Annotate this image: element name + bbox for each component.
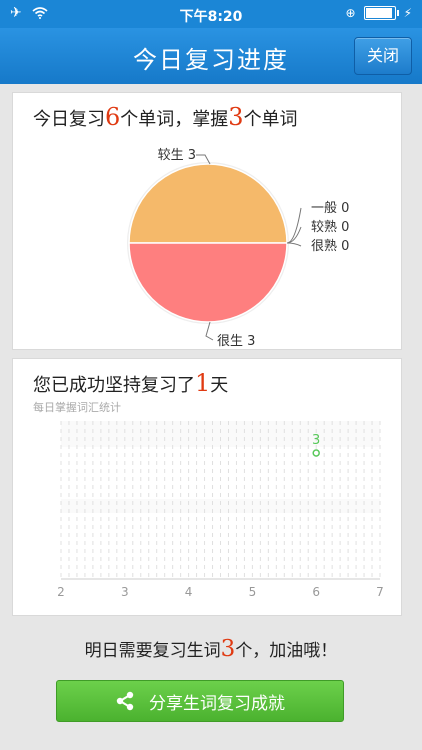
charging-icon: ⚡ xyxy=(403,6,412,20)
share-label: 分享生词复习成就 xyxy=(149,693,285,714)
x-tick-label: 5 xyxy=(249,585,257,599)
tomorrow-suffix: 个，加油哦！ xyxy=(235,641,338,661)
pie-label-2: 一般 0 xyxy=(311,200,349,216)
pie-slice-很生 xyxy=(128,242,288,323)
close-button[interactable]: 关闭 xyxy=(354,37,412,75)
status-bar: ✈ 下午8:20 ⊕ ⚡ xyxy=(0,0,422,28)
battery-icon xyxy=(363,6,399,20)
data-label: 3 xyxy=(312,433,320,448)
familiarity-pie-chart: 较生 3 很生 3 一般 0 较熟 0 很熟 0 xyxy=(127,148,349,349)
data-point xyxy=(312,449,320,457)
x-tick-label: 6 xyxy=(312,585,320,599)
pie-label-0: 较生 3 xyxy=(158,148,196,163)
review-summary-card: 今日复习6个单词，掌握3个单词 较生 3 很生 3 一般 0 较熟 0 很熟 0 xyxy=(12,92,402,350)
pie-leader-line xyxy=(286,207,302,244)
pie-label-3: 较熟 0 xyxy=(311,219,349,235)
pie-leader-line xyxy=(205,321,214,341)
x-tick-label: 3 xyxy=(121,585,129,599)
orientation-lock-icon: ⊕ xyxy=(345,6,356,20)
x-tick-label: 4 xyxy=(185,585,193,599)
tomorrow-review-text: 明日需要复习生词3个，加油哦！ xyxy=(0,636,422,662)
tomorrow-prefix: 明日需要复习生词 xyxy=(84,641,221,661)
share-button[interactable]: 分享生词复习成就 xyxy=(56,680,344,722)
status-right-icons: ⊕ ⚡ xyxy=(345,6,412,20)
x-tick-label: 2 xyxy=(57,585,65,599)
streak-card: 您已成功坚持复习了1天 每日掌握词汇统计 2 3 4 5 6 7 3 xyxy=(12,358,402,616)
share-icon xyxy=(116,691,134,711)
chart-title: 每日掌握词汇统计 xyxy=(33,400,121,414)
daily-mastered-chart: 每日掌握词汇统计 2 3 4 5 6 7 3 xyxy=(33,400,384,599)
pie-label-1: 很生 3 xyxy=(217,334,255,349)
pie-label-4: 很熟 0 xyxy=(311,238,349,254)
pie-slice-较生 xyxy=(128,163,288,244)
pie-leader-line xyxy=(286,242,302,247)
tomorrow-count: 3 xyxy=(220,636,236,662)
x-tick-label: 7 xyxy=(376,585,384,599)
nav-bar: 今日复习进度 关闭 xyxy=(0,28,422,84)
